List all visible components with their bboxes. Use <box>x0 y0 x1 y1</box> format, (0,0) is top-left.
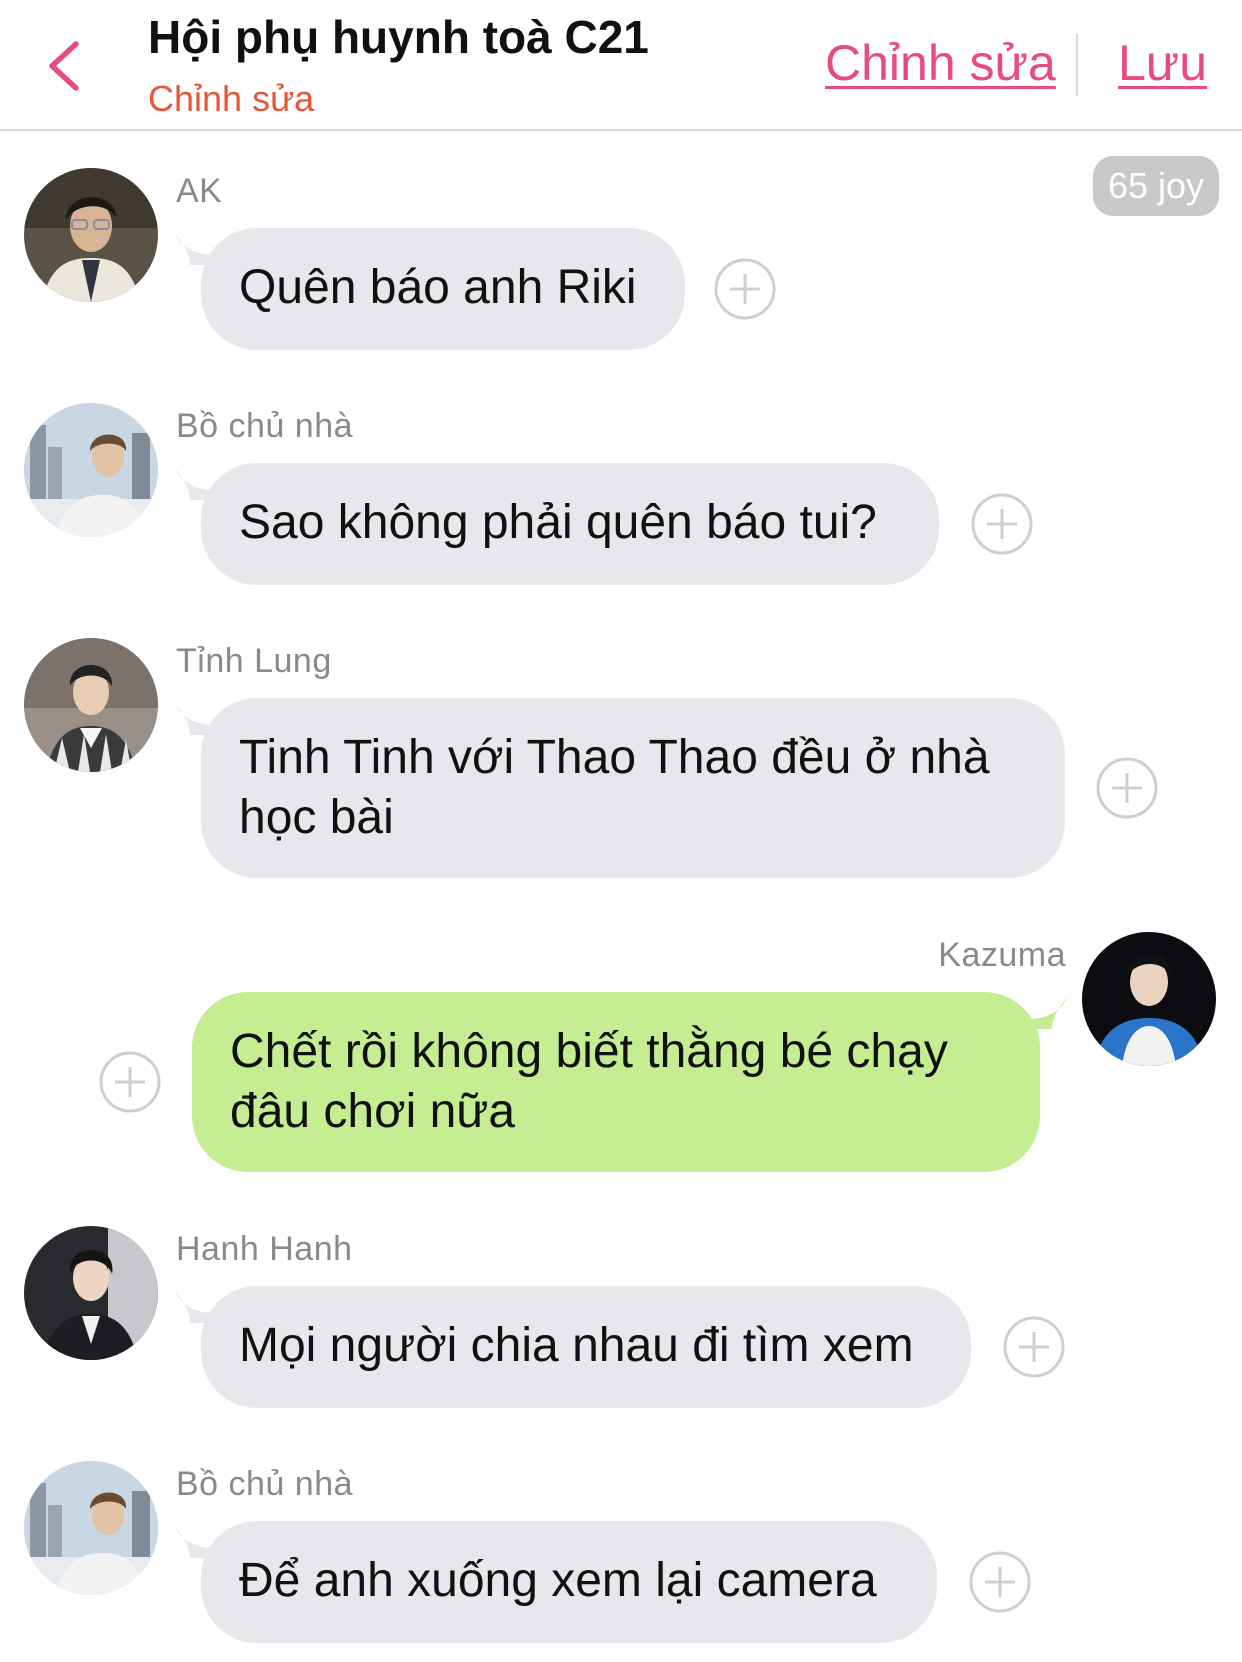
avatar[interactable] <box>24 638 158 772</box>
message-text: Quên báo anh Riki <box>239 261 637 314</box>
message-bubble[interactable]: Chết rồi không biết thằng bé chạy đâu ch… <box>192 992 1040 1172</box>
message-text: Sao không phải quên báo tui? <box>239 496 877 549</box>
message-text: Chết rồi không biết thằng bé chạy đâu ch… <box>230 1025 948 1138</box>
message-bubble[interactable]: Quên báo anh Riki <box>201 228 685 350</box>
sender-name: AK <box>176 172 223 210</box>
sender-name: Bồ chủ nhà <box>176 407 354 445</box>
joy-badge: 65 joy <box>1093 156 1219 216</box>
avatar[interactable] <box>24 1461 158 1595</box>
plus-circle-icon[interactable] <box>1095 756 1159 820</box>
message-text: Để anh xuống xem lại camera <box>239 1554 877 1607</box>
avatar[interactable] <box>24 403 158 537</box>
message-bubble[interactable]: Sao không phải quên báo tui? <box>201 463 939 585</box>
sender-name: Tỉnh Lung <box>176 642 332 680</box>
edit-button[interactable]: Chỉnh sửa <box>825 34 1056 92</box>
header-divider <box>1076 34 1078 96</box>
avatar[interactable] <box>24 1226 158 1360</box>
chevron-left-icon <box>49 41 79 91</box>
plus-circle-icon[interactable] <box>968 1550 1032 1614</box>
sender-name: Kazuma <box>938 936 1066 974</box>
message-bubble[interactable]: Tinh Tinh với Thao Thao đều ở nhà học bà… <box>201 698 1065 878</box>
chat-header: Hội phụ huynh toà C21 Chỉnh sửa Chỉnh sử… <box>0 0 1242 131</box>
avatar[interactable] <box>1082 932 1216 1066</box>
avatar[interactable] <box>24 168 158 302</box>
message-bubble[interactable]: Để anh xuống xem lại camera <box>201 1521 937 1643</box>
chat-title: Hội phụ huynh toà C21 <box>148 11 649 63</box>
message-bubble[interactable]: Mọi người chia nhau đi tìm xem <box>201 1286 971 1408</box>
plus-circle-icon[interactable] <box>970 492 1034 556</box>
save-button[interactable]: Lưu <box>1118 34 1207 92</box>
back-button[interactable] <box>42 38 92 94</box>
plus-circle-icon[interactable] <box>1002 1315 1066 1379</box>
chat-subtitle: Chỉnh sửa <box>148 78 315 119</box>
sender-name: Hanh Hanh <box>176 1230 353 1268</box>
plus-circle-icon[interactable] <box>713 257 777 321</box>
message-text: Mọi người chia nhau đi tìm xem <box>239 1319 914 1372</box>
sender-name: Bồ chủ nhà <box>176 1465 354 1503</box>
plus-circle-icon[interactable] <box>98 1050 162 1114</box>
message-text: Tinh Tinh với Thao Thao đều ở nhà học bà… <box>239 731 990 844</box>
